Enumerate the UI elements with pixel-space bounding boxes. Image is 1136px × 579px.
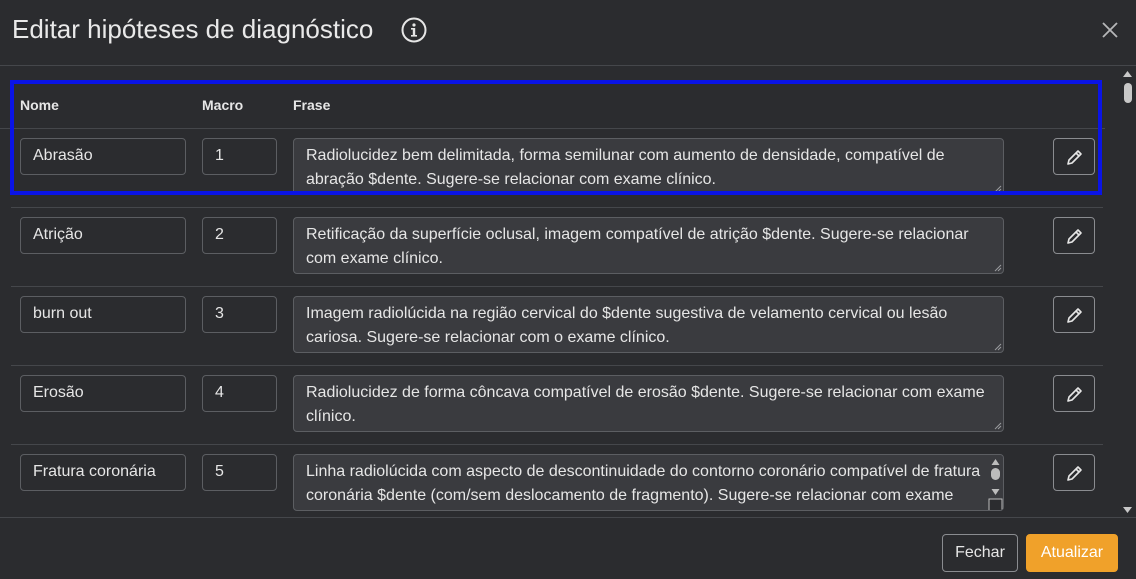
scrollbar[interactable] [1119,67,1136,517]
modal-title: Editar hipóteses de diagnóstico [12,14,374,44]
column-header-phrase: Frase [293,97,331,113]
table-row: burn out 3 Imagem radiolúcida na região ce… [11,287,1103,366]
macro-input[interactable]: 2 [202,217,277,254]
close-button[interactable]: Fechar [942,534,1018,572]
phrase-text: Linha radiolúcida com aspecto de descont… [306,463,981,504]
name-input[interactable]: Atrição [20,217,186,254]
macro-input[interactable]: 1 [202,138,277,175]
name-input[interactable]: burn out [20,296,186,333]
name-input[interactable]: Abrasão [20,138,186,175]
scrollbar-thumb[interactable] [1124,83,1132,103]
macro-input[interactable]: 4 [202,375,277,412]
phrase-textarea[interactable]: Retificação da superfície oclusal, image… [293,217,1004,274]
resize-grip-icon[interactable] [992,341,1002,351]
name-input[interactable]: Fratura coronária [20,454,186,491]
modal-header: Editar hipóteses de diagnóstico [0,0,1136,66]
phrase-text: Radiolucidez bem delimitada, forma semil… [306,147,945,188]
table-row: Abrasão 1 Radiolucidez bem delimitada, for… [11,129,1103,208]
textarea-scrollbar[interactable] [988,455,1003,511]
name-input[interactable]: Erosão [20,375,186,412]
phrase-textarea[interactable]: Radiolucidez de forma côncava compatível… [293,375,1004,432]
edit-button[interactable] [1053,217,1095,254]
table-row: Atrição 2 Retificação da superfície oclusa… [11,208,1103,287]
resize-grip-icon[interactable] [992,420,1002,430]
macro-input[interactable]: 3 [202,296,277,333]
resize-grip-icon[interactable] [992,183,1002,193]
resize-grip-icon[interactable] [992,262,1002,272]
table-row: Erosão 4 Radiolucidez de forma côncava com… [11,366,1103,445]
column-header-macro: Macro [202,97,244,113]
edit-button[interactable] [1053,296,1095,333]
macro-input[interactable]: 5 [202,454,277,491]
phrase-text: Imagem radiolúcida na região cervical do… [306,305,948,346]
modal-body: Nome Macro Frase Abrasão 1 Radiolucidez be… [0,67,1136,517]
info-circle-icon[interactable] [401,17,427,43]
modal-footer: Fechar Atualizar [0,517,1136,579]
update-button[interactable]: Atualizar [1026,534,1118,572]
phrase-textarea[interactable]: Radiolucidez bem delimitada, forma semil… [293,138,1004,195]
phrase-text: Radiolucidez de forma côncava compatível… [306,384,985,425]
pencil-icon [1067,150,1082,165]
edit-button[interactable] [1053,138,1095,175]
pencil-icon [1067,229,1082,244]
phrase-textarea[interactable]: Linha radiolúcida com aspecto de descont… [293,454,1004,511]
phrase-text: Retificação da superfície oclusal, image… [306,226,969,267]
edit-button[interactable] [1053,375,1095,412]
pencil-icon [1067,466,1082,481]
edit-button[interactable] [1053,454,1095,491]
pencil-icon [1067,308,1082,323]
phrase-textarea[interactable]: Imagem radiolúcida na região cervical do… [293,296,1004,353]
table-row: Fratura coronária 5 Linha radiolúcida com … [11,445,1103,517]
column-header-name: Nome [20,97,59,113]
pencil-icon [1067,387,1082,402]
table-header: Nome Macro Frase [0,81,1105,129]
close-icon[interactable] [1100,20,1120,40]
